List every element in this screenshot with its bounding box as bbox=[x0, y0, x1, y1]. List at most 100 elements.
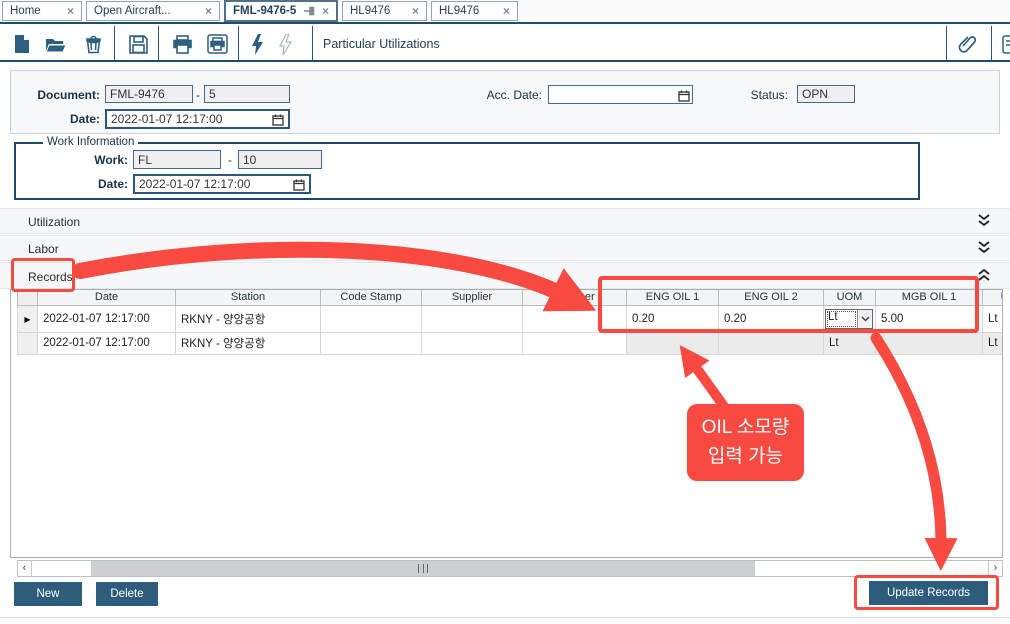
save-icon[interactable] bbox=[127, 33, 149, 55]
col-header-station[interactable]: Station bbox=[176, 290, 321, 305]
date-field[interactable] bbox=[105, 109, 290, 129]
toolbar-separator bbox=[238, 26, 239, 60]
work-information-legend: Work Information bbox=[43, 136, 138, 148]
work-field[interactable] bbox=[133, 150, 221, 169]
chevron-double-down-icon[interactable] bbox=[978, 241, 990, 260]
acc-date-field[interactable] bbox=[548, 85, 693, 104]
chevron-down-icon[interactable] bbox=[857, 310, 872, 328]
table-row[interactable]: 2022-01-07 12:17:00 RKNY - 양양공항 Lt Lt bbox=[18, 332, 1004, 354]
tab-label: HL9476 bbox=[439, 5, 479, 17]
attachment-paperclip-icon[interactable] bbox=[957, 33, 979, 55]
document-number-field[interactable] bbox=[204, 85, 290, 103]
open-folder-icon[interactable] bbox=[45, 33, 67, 55]
cell-supplier[interactable] bbox=[422, 305, 523, 332]
section-label: Utilization bbox=[28, 215, 80, 229]
section-label: Records bbox=[28, 270, 73, 284]
oil-input-callout: OIL 소모량 입력 가능 bbox=[687, 404, 804, 481]
document-separator: - bbox=[196, 88, 200, 102]
new-button[interactable]: New bbox=[14, 582, 82, 606]
col-header-eng-oil-2[interactable]: ENG OIL 2 bbox=[719, 290, 824, 305]
pin-icon[interactable] bbox=[304, 6, 315, 16]
scrollbar-grip bbox=[418, 564, 428, 573]
work-separator: - bbox=[228, 153, 232, 167]
cell-eng-oil-1[interactable]: 0.20 bbox=[627, 305, 719, 332]
section-label: Labor bbox=[28, 242, 59, 256]
delete-button[interactable]: Delete bbox=[96, 582, 158, 606]
section-utilization[interactable]: Utilization bbox=[0, 208, 1010, 234]
cell-eng-oil-2[interactable] bbox=[719, 332, 824, 354]
calendar-icon[interactable] bbox=[272, 113, 284, 125]
cell-supplier[interactable] bbox=[422, 332, 523, 354]
cell-uom[interactable]: Lt bbox=[824, 332, 876, 354]
horizontal-scrollbar[interactable]: ‹ › bbox=[17, 560, 1003, 577]
report-icon[interactable] bbox=[999, 33, 1010, 55]
col-header-eng-oil-1[interactable]: ENG OIL 1 bbox=[627, 290, 719, 305]
update-records-button[interactable]: Update Records bbox=[869, 581, 988, 605]
scrollbar-thumb[interactable] bbox=[91, 561, 755, 576]
tab-open-aircraft[interactable]: Open Aircraft... × bbox=[86, 1, 220, 21]
document-label: Document: bbox=[10, 88, 100, 102]
new-document-icon[interactable] bbox=[11, 33, 33, 55]
tab-hl9476-1[interactable]: HL9476 × bbox=[342, 1, 427, 21]
close-icon[interactable]: × bbox=[322, 6, 329, 16]
cell-mgb-oil-1[interactable] bbox=[876, 332, 983, 354]
calendar-icon[interactable] bbox=[293, 178, 305, 190]
tab-hl9476-2[interactable]: HL9476 × bbox=[431, 1, 518, 21]
callout-line-1: OIL 소모량 bbox=[687, 413, 804, 442]
chevron-double-up-icon[interactable] bbox=[978, 269, 990, 288]
col-header-supplier[interactable]: Supplier bbox=[422, 290, 523, 305]
scroll-right-button[interactable]: › bbox=[988, 561, 1002, 576]
toolbar: Particular Utilizations bbox=[0, 22, 1010, 62]
delete-trash-icon[interactable] bbox=[82, 33, 104, 55]
chevron-double-down-icon[interactable] bbox=[978, 214, 990, 233]
scroll-left-button[interactable]: ‹ bbox=[18, 561, 32, 576]
close-icon[interactable]: × bbox=[503, 6, 510, 16]
cell-station[interactable]: RKNY - 양양공항 bbox=[176, 305, 321, 332]
current-row-indicator: ▶ bbox=[18, 305, 38, 332]
section-records[interactable]: Records bbox=[0, 262, 1010, 289]
toolbar-separator bbox=[312, 26, 313, 60]
cell-eng-oil-1[interactable] bbox=[627, 332, 719, 354]
cell-uom[interactable]: Lt bbox=[824, 305, 876, 332]
close-icon[interactable]: × bbox=[205, 6, 212, 16]
col-header-code-stamp[interactable]: Code Stamp bbox=[321, 290, 422, 305]
work-date-field[interactable] bbox=[133, 174, 311, 194]
cell-uom-2[interactable]: Lt bbox=[983, 305, 1004, 332]
close-icon[interactable]: × bbox=[412, 6, 419, 16]
execute-bolt-icon[interactable] bbox=[246, 33, 268, 55]
print-preview-icon[interactable] bbox=[206, 33, 228, 55]
uom-dropdown[interactable]: Lt bbox=[825, 309, 873, 329]
records-table: Date Station Code Stamp Supplier Voucher… bbox=[17, 290, 1003, 355]
cell-voucher[interactable] bbox=[523, 305, 627, 332]
toolbar-separator bbox=[991, 26, 992, 60]
callout-line-2: 입력 가능 bbox=[687, 442, 804, 471]
table-row[interactable]: ▶ 2022-01-07 12:17:00 RKNY - 양양공항 0.20 0… bbox=[18, 305, 1004, 332]
tab-home[interactable]: Home × bbox=[2, 1, 82, 21]
section-labor[interactable]: Labor bbox=[0, 235, 1010, 261]
close-icon[interactable]: × bbox=[67, 6, 74, 16]
col-header-uom[interactable]: UOM bbox=[824, 290, 876, 305]
document-field[interactable] bbox=[105, 85, 193, 103]
cell-eng-oil-2[interactable]: 0.20 bbox=[719, 305, 824, 332]
row-indicator bbox=[18, 332, 38, 354]
cell-date[interactable]: 2022-01-07 12:17:00 bbox=[38, 332, 176, 354]
calendar-icon[interactable] bbox=[678, 89, 690, 101]
cell-station[interactable]: RKNY - 양양공항 bbox=[176, 332, 321, 354]
cell-voucher[interactable] bbox=[523, 332, 627, 354]
print-icon[interactable] bbox=[171, 33, 193, 55]
cell-code-stamp[interactable] bbox=[321, 305, 422, 332]
col-header-date[interactable]: Date bbox=[38, 290, 176, 305]
tab-fml-9476-5[interactable]: FML-9476-5 × bbox=[224, 0, 338, 22]
cell-date[interactable]: 2022-01-07 12:17:00 bbox=[38, 305, 176, 332]
date-label: Date: bbox=[10, 112, 100, 126]
cell-uom-2[interactable]: Lt bbox=[983, 332, 1004, 354]
col-header-mgb-oil-1[interactable]: MGB OIL 1 bbox=[876, 290, 983, 305]
status-field bbox=[797, 85, 855, 103]
work-number-field[interactable] bbox=[238, 150, 322, 169]
col-header-uom-2[interactable]: UOM bbox=[983, 290, 1004, 305]
tab-bar: Home × Open Aircraft... × FML-9476-5 × H… bbox=[0, 0, 1010, 22]
cell-mgb-oil-1[interactable]: 5.00 bbox=[876, 305, 983, 332]
cell-code-stamp[interactable] bbox=[321, 332, 422, 354]
col-header-voucher[interactable]: Voucher bbox=[523, 290, 627, 305]
uom-value: Lt bbox=[826, 310, 857, 328]
